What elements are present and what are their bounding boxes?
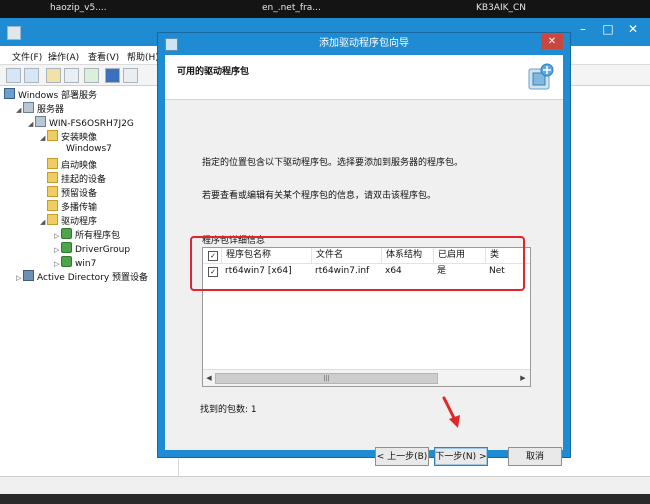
tree-node-multicast[interactable]: 多播传输 (47, 200, 97, 213)
hint-text: 若要查看或编辑有关某个程序包的信息，请双击该程序包。 (202, 191, 437, 201)
back-button[interactable]: < 上一步(B) (375, 447, 429, 466)
taskbar-item-waik[interactable]: KB3AIK_CN (476, 3, 526, 13)
tree-node-install-images[interactable]: ◢ 安装映像 (40, 130, 97, 143)
active-directory-icon (23, 270, 34, 281)
folder-icon (47, 130, 58, 141)
package-icon (61, 228, 72, 239)
taskbar-item-haozip[interactable]: haozip_v5.... (50, 3, 107, 13)
back-icon[interactable] (6, 68, 21, 83)
folder-icon (47, 200, 58, 211)
tree-node-servers[interactable]: ◢ 服务器 (16, 102, 64, 115)
scrollbar-thumb[interactable]: ||| (215, 373, 438, 384)
tree-node-server[interactable]: ◢ WIN-FS6OSRH7J2G (28, 116, 134, 129)
tree-node-driver-group[interactable]: ▷ DriverGroup (54, 242, 130, 255)
collapse-icon[interactable]: ◢ (28, 120, 35, 128)
wizard-close-button[interactable]: ✕ (541, 34, 563, 49)
up-folder-icon[interactable] (46, 68, 61, 83)
menu-action[interactable]: 操作(A) (48, 50, 79, 63)
package-icon (61, 242, 72, 253)
tree-node-all-packages[interactable]: ▷ 所有程序包 (54, 228, 120, 241)
tree-node-win7[interactable]: ▷ win7 (54, 256, 96, 269)
folder-icon (47, 186, 58, 197)
cancel-button[interactable]: 取消 (508, 447, 562, 466)
scroll-right-icon[interactable]: ▶ (518, 373, 528, 383)
help-icon[interactable] (105, 68, 120, 83)
found-count: 找到的包数: 1 (200, 405, 257, 415)
collapse-icon[interactable]: ◢ (40, 134, 47, 142)
collapse-icon[interactable]: ◢ (40, 218, 47, 226)
expand-icon[interactable]: ▷ (16, 274, 23, 282)
status-bar (0, 476, 650, 495)
highlight-box (190, 236, 525, 291)
expand-icon[interactable]: ▷ (54, 260, 61, 268)
tree-node-active-directory[interactable]: ▷ Active Directory 预置设备 (16, 270, 148, 283)
taskbar: haozip_v5.... en_.net_fra... KB3AIK_CN (0, 0, 650, 18)
properties-icon[interactable] (123, 68, 138, 83)
wizard-header: 可用的驱动程序包 (165, 55, 563, 100)
servers-icon (23, 102, 34, 113)
export-list-icon[interactable] (84, 68, 99, 83)
collapse-icon[interactable]: ◢ (16, 106, 23, 114)
tree-node-drivers[interactable]: ◢ 驱动程序 (40, 214, 97, 227)
show-tree-icon[interactable] (64, 68, 79, 83)
minimize-icon[interactable]: – (572, 18, 594, 40)
menu-help[interactable]: 帮助(H) (127, 50, 159, 63)
wds-icon (4, 88, 15, 99)
driver-wizard-icon (528, 63, 554, 90)
tree-node-prestaged-devices[interactable]: 预留设备 (47, 186, 97, 199)
forward-icon[interactable] (24, 68, 39, 83)
folder-icon (47, 214, 58, 225)
maximize-icon[interactable]: □ (597, 18, 619, 40)
horizontal-scrollbar[interactable]: ◀ ||| ▶ (203, 369, 530, 386)
expand-icon[interactable]: ▷ (54, 246, 61, 254)
menu-file[interactable]: 文件(F) (12, 50, 42, 63)
scroll-left-icon[interactable]: ◀ (204, 373, 214, 383)
expand-icon[interactable]: ▷ (54, 232, 61, 240)
instruction-text: 指定的位置包含以下驱动程序包。选择要添加到服务器的程序包。 (202, 158, 464, 168)
bottom-taskbar (0, 494, 650, 504)
tree-node-boot-images[interactable]: 启动映像 (47, 158, 97, 171)
taskbar-item-dotnet[interactable]: en_.net_fra... (262, 3, 321, 13)
console-tree: Windows 部署服务 ◢ 服务器 ◢ WIN-FS6OSRH7J2G ◢ 安装映像… (0, 86, 160, 484)
wizard-title: 添加驱动程序包向导 (319, 38, 409, 49)
tree-node-pending-devices[interactable]: 挂起的设备 (47, 172, 106, 185)
close-icon[interactable]: ✕ (622, 18, 644, 40)
server-icon (35, 116, 46, 127)
tree-node-wds[interactable]: Windows 部署服务 (4, 88, 97, 101)
package-icon (61, 256, 72, 267)
page-title: 可用的驱动程序包 (177, 67, 250, 77)
folder-icon (47, 172, 58, 183)
menu-view[interactable]: 查看(V) (88, 50, 119, 63)
next-button[interactable]: 下一步(N) > (434, 447, 488, 466)
tree-node-windows7[interactable]: Windows7 (66, 144, 112, 157)
console-icon (7, 26, 21, 40)
folder-icon (47, 158, 58, 169)
